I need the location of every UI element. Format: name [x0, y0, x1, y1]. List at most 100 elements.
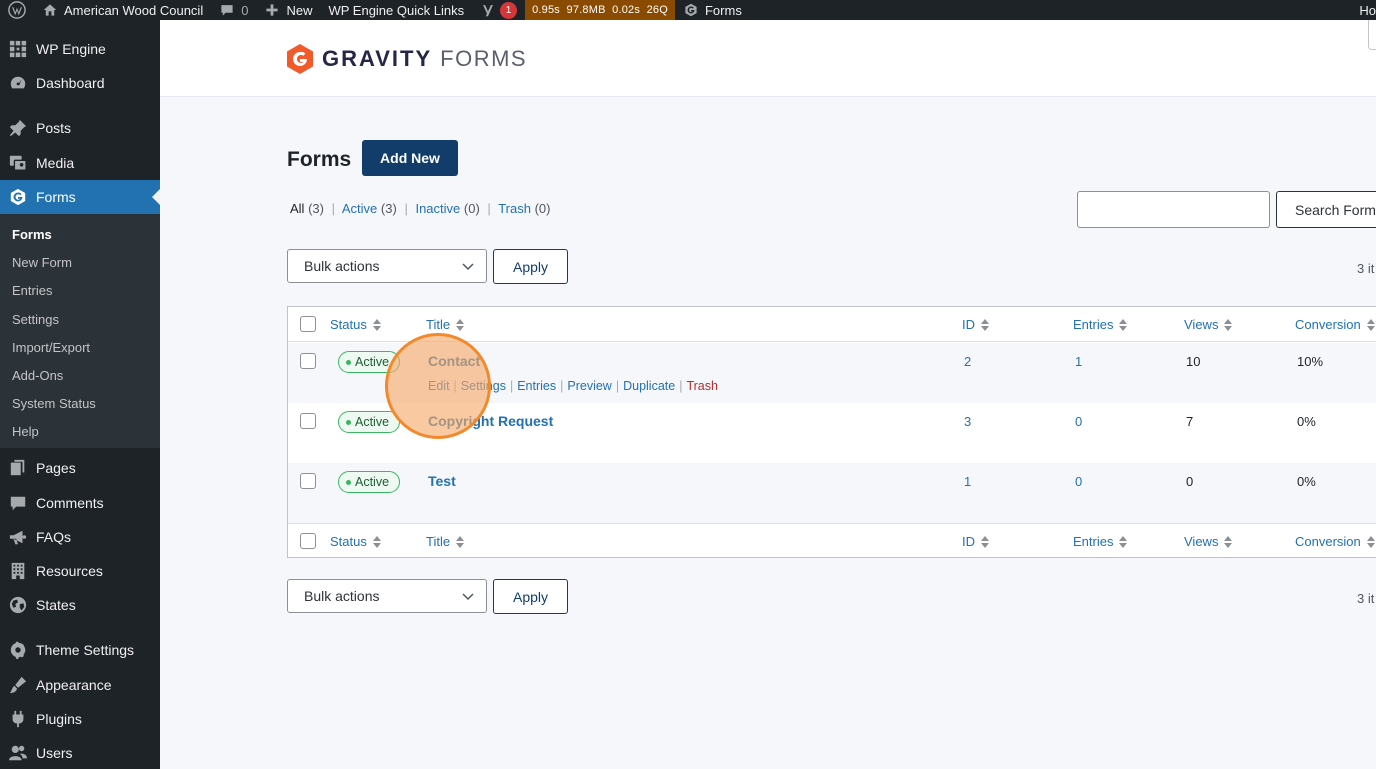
- filter-trash[interactable]: Trash: [498, 201, 531, 216]
- wordpress-logo-button[interactable]: [0, 0, 34, 20]
- column-id-header[interactable]: ID: [962, 317, 989, 332]
- sidebar-label: Dashboard: [36, 75, 105, 91]
- row-action-entries[interactable]: Entries: [517, 379, 556, 393]
- row-action-preview[interactable]: Preview: [567, 379, 611, 393]
- column-title-header[interactable]: Title: [426, 317, 465, 332]
- column-conversion-footer[interactable]: Conversion: [1295, 534, 1375, 549]
- submenu-forms[interactable]: Forms: [12, 227, 52, 242]
- sidebar-item-users[interactable]: Users: [0, 736, 160, 769]
- submenu-system-status[interactable]: System Status: [12, 396, 96, 411]
- comments-link[interactable]: 0: [211, 0, 256, 20]
- form-title-link[interactable]: Contact: [428, 353, 480, 369]
- form-title-link[interactable]: Test: [428, 473, 456, 489]
- plus-icon: [266, 4, 279, 16]
- sidebar-item-theme-settings[interactable]: Theme Settings: [0, 633, 160, 667]
- comments-count: 0: [241, 2, 249, 18]
- search-forms-button[interactable]: Search Forms: [1276, 191, 1376, 228]
- column-status-header[interactable]: Status: [330, 317, 381, 332]
- sidebar-item-posts[interactable]: Posts: [0, 111, 160, 145]
- submenu-settings[interactable]: Settings: [12, 312, 59, 327]
- sort-icon: [456, 318, 465, 331]
- apply-button-top[interactable]: Apply: [493, 249, 568, 284]
- sidebar-label: Appearance: [36, 677, 112, 693]
- column-entries-footer[interactable]: Entries: [1073, 534, 1128, 549]
- filter-active[interactable]: Active: [342, 201, 377, 216]
- submenu-add-ons[interactable]: Add-Ons: [12, 368, 63, 383]
- row-action-trash[interactable]: Trash: [686, 379, 718, 393]
- filter-all[interactable]: All: [290, 201, 304, 216]
- select-all-checkbox[interactable]: [300, 316, 316, 332]
- status-badge[interactable]: Active: [338, 411, 400, 433]
- sidebar-item-pages[interactable]: Pages: [0, 451, 160, 485]
- add-new-button[interactable]: Add New: [362, 140, 458, 176]
- submenu-entries[interactable]: Entries: [12, 283, 52, 298]
- main-content: GRAVITY FORMS Forms Add New All (3) | Ac…: [160, 20, 1376, 769]
- screen-options-tab[interactable]: [1368, 20, 1376, 50]
- sidebar-item-dashboard[interactable]: Dashboard: [0, 66, 160, 100]
- home-icon: [43, 4, 57, 16]
- logo-text-forms: FORMS: [440, 46, 528, 71]
- gravity-forms-header: GRAVITY FORMS: [160, 20, 1376, 97]
- sort-icon: [981, 318, 989, 331]
- cell-entries[interactable]: 1: [1075, 354, 1082, 369]
- sidebar-item-states[interactable]: States: [0, 588, 160, 622]
- apply-button-bottom[interactable]: Apply: [493, 579, 568, 614]
- status-badge[interactable]: Active: [338, 471, 400, 493]
- status-dot: [346, 479, 351, 485]
- cell-id[interactable]: 1: [964, 474, 971, 489]
- column-title-footer[interactable]: Title: [426, 534, 465, 549]
- cell-entries[interactable]: 0: [1075, 414, 1082, 429]
- row-checkbox[interactable]: [300, 353, 316, 369]
- wp-engine-quick-links[interactable]: WP Engine Quick Links: [320, 0, 472, 20]
- column-id-footer[interactable]: ID: [962, 534, 989, 549]
- cell-id[interactable]: 2: [964, 354, 971, 369]
- filter-inactive[interactable]: Inactive: [415, 201, 460, 216]
- column-label: Views: [1184, 534, 1219, 549]
- sidebar-item-faqs[interactable]: FAQs: [0, 520, 160, 554]
- row-checkbox[interactable]: [300, 473, 316, 489]
- sidebar-item-wp-engine[interactable]: WP Engine: [0, 32, 160, 66]
- column-label: Views: [1184, 317, 1219, 332]
- sidebar-item-resources[interactable]: Resources: [0, 554, 160, 588]
- sidebar-item-appearance[interactable]: Appearance: [0, 668, 160, 702]
- bulk-actions-select-bottom[interactable]: Bulk actions: [287, 579, 487, 613]
- cell-id[interactable]: 3: [964, 414, 971, 429]
- bulk-actions-label: Bulk actions: [304, 258, 380, 274]
- new-content-link[interactable]: New: [256, 0, 320, 20]
- sidebar-label: Pages: [36, 460, 76, 476]
- sidebar-item-plugins[interactable]: Plugins: [0, 702, 160, 736]
- sidebar-item-comments[interactable]: Comments: [0, 486, 160, 520]
- form-title-link[interactable]: Copyright Request: [428, 413, 553, 429]
- bulk-actions-select-top[interactable]: Bulk actions: [287, 249, 487, 283]
- query-monitor-stats[interactable]: 0.95s 97.8MB 0.02s 26Q: [525, 0, 675, 20]
- forms-adminbar-link[interactable]: Forms: [675, 0, 750, 20]
- status-badge[interactable]: Active: [338, 351, 400, 373]
- column-views-header[interactable]: Views: [1184, 317, 1233, 332]
- column-views-footer[interactable]: Views: [1184, 534, 1233, 549]
- cell-entries[interactable]: 0: [1075, 474, 1082, 489]
- yoast-menu[interactable]: 1: [472, 0, 525, 20]
- sidebar-item-media[interactable]: Media: [0, 146, 160, 180]
- sort-icon: [1366, 318, 1375, 331]
- row-checkbox[interactable]: [300, 413, 316, 429]
- yoast-notification-badge: 1: [500, 1, 518, 19]
- row-action-edit[interactable]: Edit: [428, 379, 450, 393]
- site-name-link[interactable]: American Wood Council: [34, 0, 211, 20]
- sidebar-label: States: [36, 597, 76, 613]
- sidebar-item-forms[interactable]: Forms: [0, 180, 160, 214]
- column-status-footer[interactable]: Status: [330, 534, 381, 549]
- submenu-help[interactable]: Help: [12, 424, 39, 439]
- chevron-down-icon: [462, 593, 474, 601]
- pages-icon: [8, 458, 28, 478]
- sidebar-label: Users: [36, 745, 73, 761]
- submenu-new-form[interactable]: New Form: [12, 255, 72, 270]
- column-conversion-header[interactable]: Conversion: [1295, 317, 1375, 332]
- howdy-user-menu[interactable]: Ho: [1351, 0, 1376, 20]
- row-action-settings[interactable]: Settings: [461, 379, 506, 393]
- submenu-import-export[interactable]: Import/Export: [12, 340, 90, 355]
- search-forms-input[interactable]: [1077, 191, 1270, 228]
- status-label: Active: [355, 355, 390, 369]
- column-entries-header[interactable]: Entries: [1073, 317, 1128, 332]
- row-action-duplicate[interactable]: Duplicate: [623, 379, 675, 393]
- select-all-checkbox-footer[interactable]: [300, 533, 316, 549]
